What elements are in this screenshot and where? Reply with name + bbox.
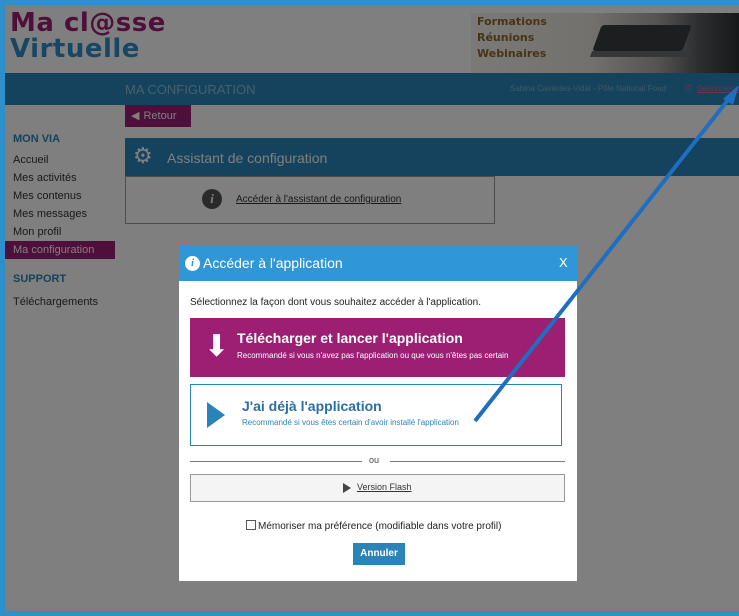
app-window: Ma cl@sse Virtuelle Formations Réunions …: [5, 5, 739, 611]
annotation-arrow-line: [473, 89, 737, 423]
annotation-arrow: [473, 85, 739, 423]
